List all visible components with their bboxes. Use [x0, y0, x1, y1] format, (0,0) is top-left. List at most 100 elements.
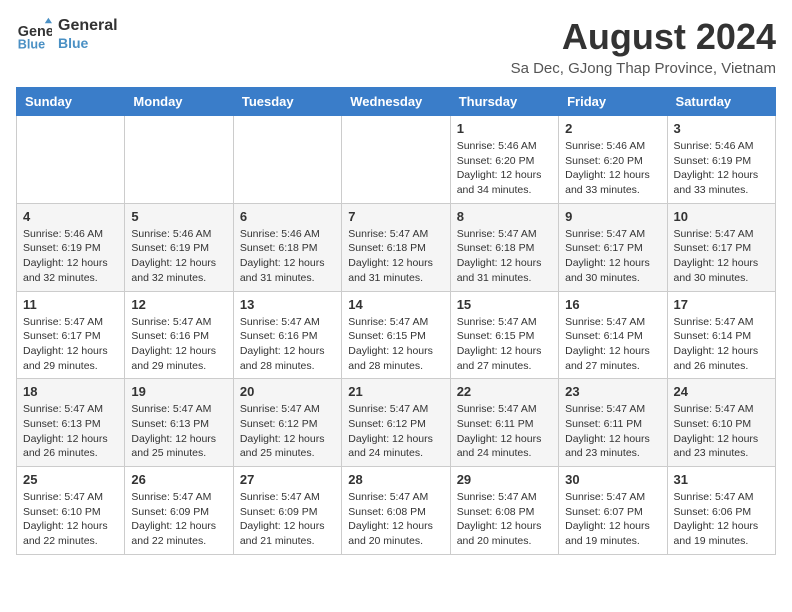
- location: Sa Dec, GJong Thap Province, Vietnam: [511, 60, 776, 77]
- day-number: 7: [348, 209, 443, 224]
- day-info: Sunrise: 5:47 AMSunset: 6:12 PMDaylight:…: [348, 402, 443, 461]
- calendar-cell: 7 Sunrise: 5:47 AMSunset: 6:18 PMDaylight…: [342, 203, 450, 291]
- calendar-cell: 11 Sunrise: 5:47 AMSunset: 6:17 PMDayligh…: [17, 291, 125, 379]
- week-row-4: 18 Sunrise: 5:47 AMSunset: 6:13 PMDayligh…: [17, 379, 776, 467]
- day-info: Sunrise: 5:47 AMSunset: 6:17 PMDaylight:…: [565, 227, 660, 286]
- day-number: 19: [131, 384, 226, 399]
- calendar-cell: 9 Sunrise: 5:47 AMSunset: 6:17 PMDaylight…: [559, 203, 667, 291]
- day-info: Sunrise: 5:46 AMSunset: 6:19 PMDaylight:…: [23, 227, 118, 286]
- calendar-cell: 14Sunrise: 5:47 AMSunset: 6:15 PMDayligh…: [342, 291, 450, 379]
- calendar-cell: 4 Sunrise: 5:46 AMSunset: 6:19 PMDaylight…: [17, 203, 125, 291]
- calendar-cell: 22 Sunrise: 5:47 AMSunset: 6:11 PMDayligh…: [450, 379, 558, 467]
- day-info: Sunrise: 5:47 AMSunset: 6:18 PMDaylight:…: [348, 227, 443, 286]
- calendar-table: SundayMondayTuesdayWednesdayThursdayFrid…: [16, 87, 776, 555]
- day-info: Sunrise: 5:47 AMSunset: 6:10 PMDaylight:…: [23, 490, 118, 549]
- day-info: Sunrise: 5:47 AMSunset: 6:09 PMDaylight:…: [131, 490, 226, 549]
- day-header-sunday: Sunday: [17, 88, 125, 116]
- calendar-cell: 30Sunrise: 5:47 AMSunset: 6:07 PMDayligh…: [559, 467, 667, 555]
- day-number: 10: [674, 209, 769, 224]
- day-number: 12: [131, 297, 226, 312]
- day-info: Sunrise: 5:47 AMSunset: 6:08 PMDaylight:…: [457, 490, 552, 549]
- calendar-cell: 23 Sunrise: 5:47 AMSunset: 6:11 PMDayligh…: [559, 379, 667, 467]
- day-info: Sunrise: 5:47 AMSunset: 6:17 PMDaylight:…: [23, 315, 118, 374]
- day-number: 18: [23, 384, 118, 399]
- day-number: 13: [240, 297, 335, 312]
- calendar-cell: 10Sunrise: 5:47 AMSunset: 6:17 PMDayligh…: [667, 203, 775, 291]
- day-number: 26: [131, 472, 226, 487]
- day-number: 1: [457, 121, 552, 136]
- day-info: Sunrise: 5:47 AMSunset: 6:16 PMDaylight:…: [131, 315, 226, 374]
- calendar-cell: 15 Sunrise: 5:47 AMSunset: 6:15 PMDayligh…: [450, 291, 558, 379]
- day-number: 2: [565, 121, 660, 136]
- week-row-1: 1 Sunrise: 5:46 AMSunset: 6:20 PMDaylight…: [17, 116, 776, 204]
- calendar-cell: [233, 116, 341, 204]
- day-header-tuesday: Tuesday: [233, 88, 341, 116]
- calendar-cell: 21Sunrise: 5:47 AMSunset: 6:12 PMDayligh…: [342, 379, 450, 467]
- day-number: 15: [457, 297, 552, 312]
- day-info: Sunrise: 5:47 AMSunset: 6:09 PMDaylight:…: [240, 490, 335, 549]
- day-number: 20: [240, 384, 335, 399]
- days-header-row: SundayMondayTuesdayWednesdayThursdayFrid…: [17, 88, 776, 116]
- day-number: 22: [457, 384, 552, 399]
- day-number: 29: [457, 472, 552, 487]
- day-number: 4: [23, 209, 118, 224]
- week-row-3: 11 Sunrise: 5:47 AMSunset: 6:17 PMDayligh…: [17, 291, 776, 379]
- calendar-cell: 3Sunrise: 5:46 AMSunset: 6:19 PMDaylight…: [667, 116, 775, 204]
- calendar-cell: 6 Sunrise: 5:46 AMSunset: 6:18 PMDaylight…: [233, 203, 341, 291]
- day-info: Sunrise: 5:47 AMSunset: 6:13 PMDaylight:…: [23, 402, 118, 461]
- day-info: Sunrise: 5:47 AMSunset: 6:06 PMDaylight:…: [674, 490, 769, 549]
- day-header-saturday: Saturday: [667, 88, 775, 116]
- calendar-cell: [342, 116, 450, 204]
- day-info: Sunrise: 5:47 AMSunset: 6:13 PMDaylight:…: [131, 402, 226, 461]
- day-info: Sunrise: 5:47 AMSunset: 6:11 PMDaylight:…: [457, 402, 552, 461]
- day-header-friday: Friday: [559, 88, 667, 116]
- header: General Blue General Blue August 2024 Sa…: [16, 16, 776, 77]
- month-year: August 2024: [511, 16, 776, 58]
- day-info: Sunrise: 5:47 AMSunset: 6:15 PMDaylight:…: [457, 315, 552, 374]
- calendar-cell: 27 Sunrise: 5:47 AMSunset: 6:09 PMDayligh…: [233, 467, 341, 555]
- calendar-cell: 20 Sunrise: 5:47 AMSunset: 6:12 PMDayligh…: [233, 379, 341, 467]
- day-info: Sunrise: 5:46 AMSunset: 6:19 PMDaylight:…: [131, 227, 226, 286]
- calendar-cell: 8 Sunrise: 5:47 AMSunset: 6:18 PMDaylight…: [450, 203, 558, 291]
- day-number: 27: [240, 472, 335, 487]
- calendar-cell: 31Sunrise: 5:47 AMSunset: 6:06 PMDayligh…: [667, 467, 775, 555]
- day-number: 14: [348, 297, 443, 312]
- day-number: 17: [674, 297, 769, 312]
- calendar-cell: 13Sunrise: 5:47 AMSunset: 6:16 PMDayligh…: [233, 291, 341, 379]
- week-row-2: 4 Sunrise: 5:46 AMSunset: 6:19 PMDaylight…: [17, 203, 776, 291]
- day-number: 3: [674, 121, 769, 136]
- day-info: Sunrise: 5:47 AMSunset: 6:10 PMDaylight:…: [674, 402, 769, 461]
- day-info: Sunrise: 5:46 AMSunset: 6:20 PMDaylight:…: [457, 139, 552, 198]
- day-number: 9: [565, 209, 660, 224]
- calendar-cell: 25Sunrise: 5:47 AMSunset: 6:10 PMDayligh…: [17, 467, 125, 555]
- day-info: Sunrise: 5:46 AMSunset: 6:20 PMDaylight:…: [565, 139, 660, 198]
- calendar-cell: 16Sunrise: 5:47 AMSunset: 6:14 PMDayligh…: [559, 291, 667, 379]
- logo-general: General: [58, 16, 118, 35]
- day-info: Sunrise: 5:47 AMSunset: 6:08 PMDaylight:…: [348, 490, 443, 549]
- day-number: 16: [565, 297, 660, 312]
- day-number: 8: [457, 209, 552, 224]
- day-header-thursday: Thursday: [450, 88, 558, 116]
- calendar-cell: 12 Sunrise: 5:47 AMSunset: 6:16 PMDayligh…: [125, 291, 233, 379]
- day-number: 11: [23, 297, 118, 312]
- logo: General Blue General Blue: [16, 16, 118, 52]
- logo-icon: General Blue: [16, 16, 52, 52]
- day-header-wednesday: Wednesday: [342, 88, 450, 116]
- calendar-cell: 26 Sunrise: 5:47 AMSunset: 6:09 PMDayligh…: [125, 467, 233, 555]
- day-number: 24: [674, 384, 769, 399]
- calendar-cell: 5Sunrise: 5:46 AMSunset: 6:19 PMDaylight…: [125, 203, 233, 291]
- day-info: Sunrise: 5:46 AMSunset: 6:18 PMDaylight:…: [240, 227, 335, 286]
- calendar-cell: 2 Sunrise: 5:46 AMSunset: 6:20 PMDaylight…: [559, 116, 667, 204]
- day-info: Sunrise: 5:47 AMSunset: 6:18 PMDaylight:…: [457, 227, 552, 286]
- title-section: August 2024 Sa Dec, GJong Thap Province,…: [511, 16, 776, 77]
- day-info: Sunrise: 5:47 AMSunset: 6:12 PMDaylight:…: [240, 402, 335, 461]
- calendar-cell: [17, 116, 125, 204]
- calendar-cell: 24 Sunrise: 5:47 AMSunset: 6:10 PMDayligh…: [667, 379, 775, 467]
- day-header-monday: Monday: [125, 88, 233, 116]
- day-number: 6: [240, 209, 335, 224]
- svg-text:Blue: Blue: [18, 37, 45, 51]
- calendar-cell: [125, 116, 233, 204]
- day-info: Sunrise: 5:47 AMSunset: 6:11 PMDaylight:…: [565, 402, 660, 461]
- week-row-5: 25Sunrise: 5:47 AMSunset: 6:10 PMDayligh…: [17, 467, 776, 555]
- day-number: 23: [565, 384, 660, 399]
